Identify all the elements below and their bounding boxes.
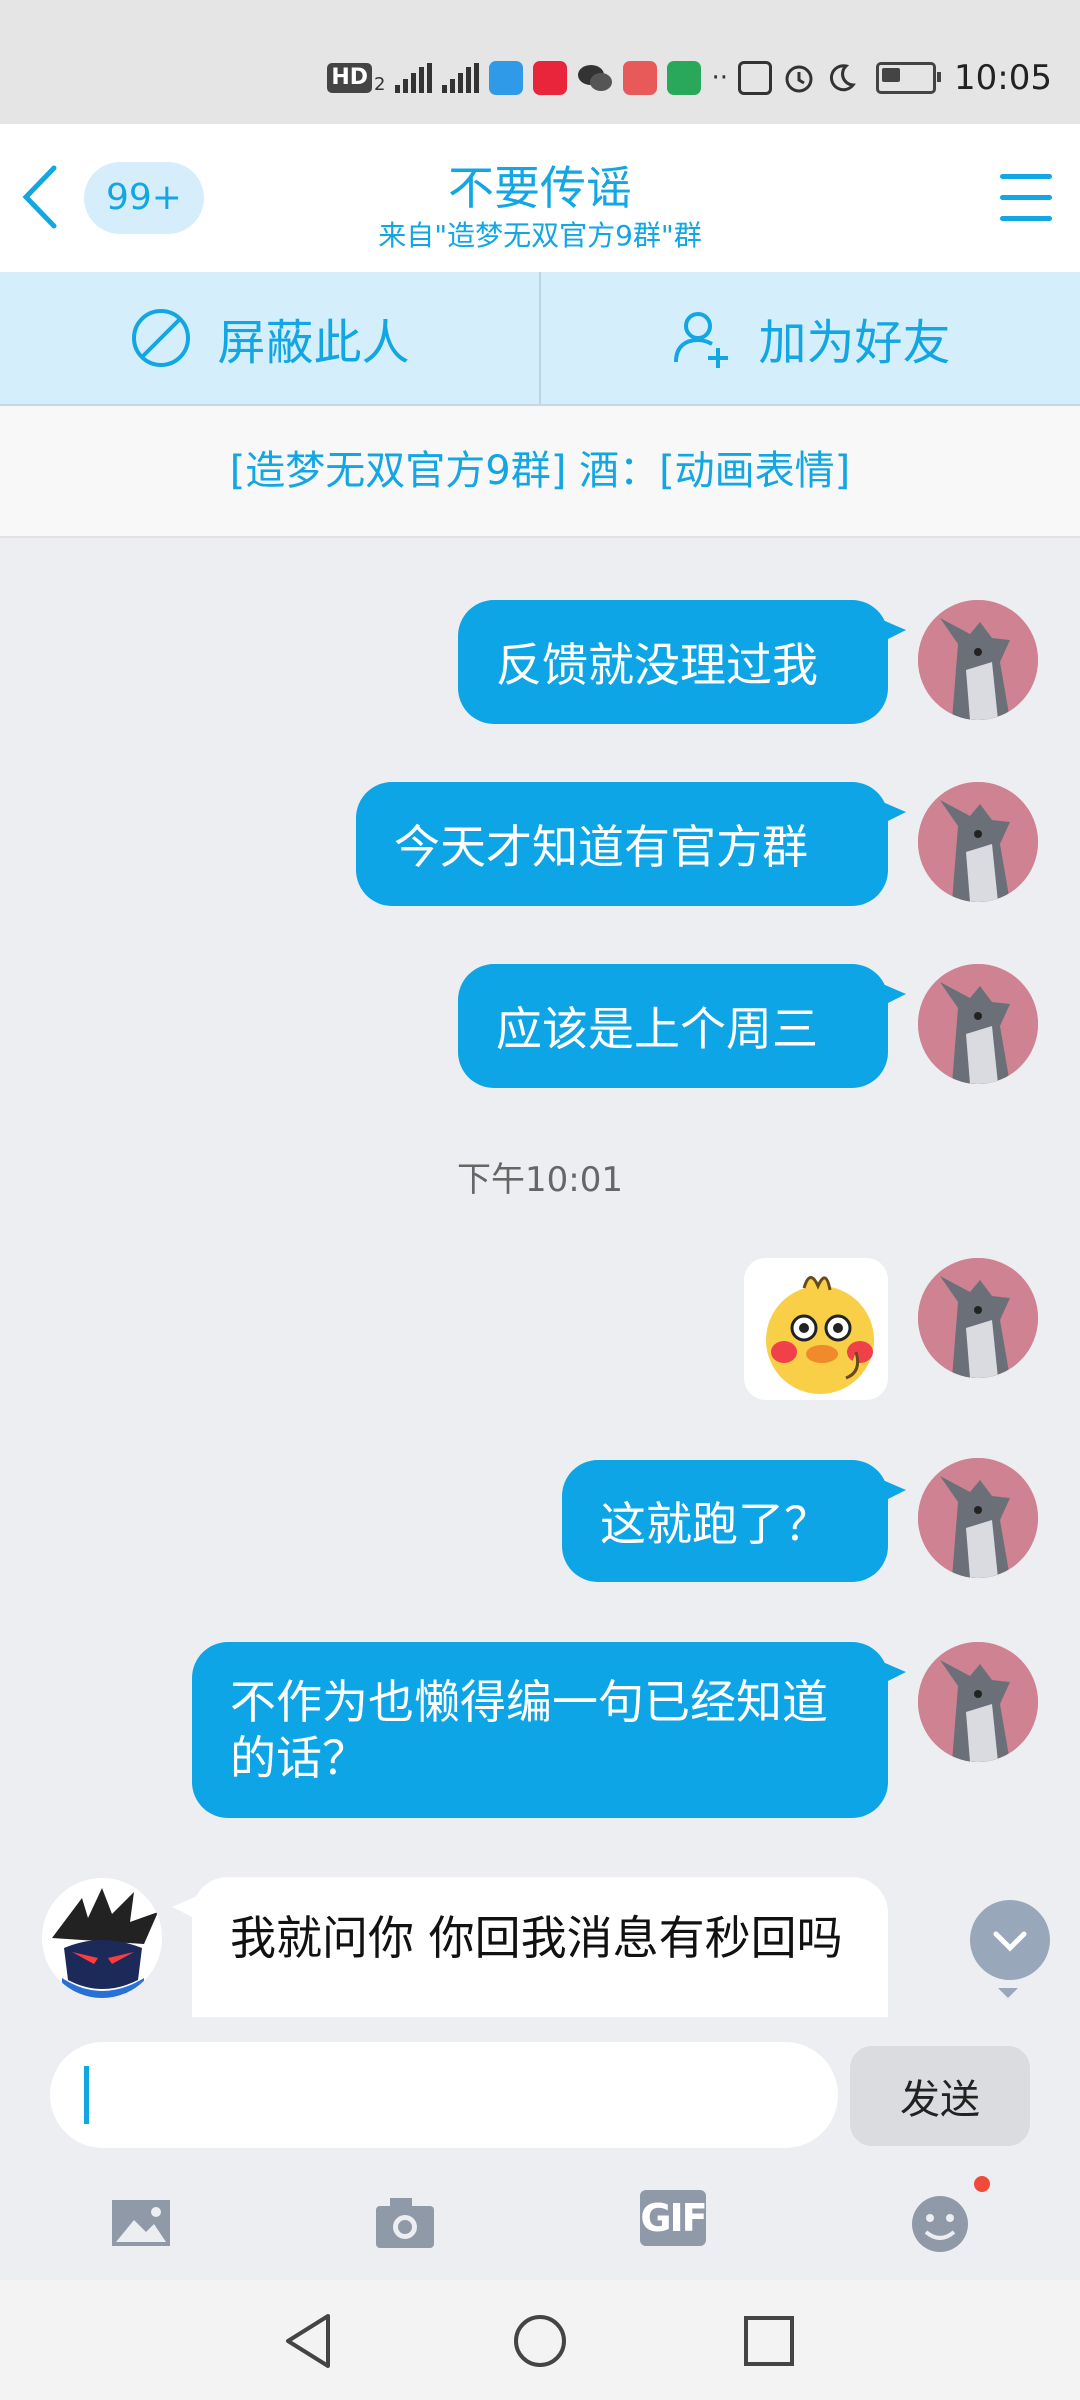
back-triangle-icon[interactable]: [274, 2306, 344, 2376]
message-text: 应该是上个周三: [496, 1002, 818, 1056]
scroll-to-bottom-button[interactable]: [970, 1900, 1050, 1998]
gif-icon[interactable]: GIF: [640, 2190, 708, 2246]
camera-icon[interactable]: [370, 2190, 442, 2256]
message-bubble[interactable]: 今天才知道有官方群: [356, 782, 906, 906]
wechat-icon: [577, 61, 613, 95]
sim-indicator: 2: [374, 73, 386, 95]
chevron-down-icon: [993, 1931, 1027, 1952]
incoming-message-bubble[interactable]: 我就问你 你回我消息有秒回吗: [172, 1877, 888, 2017]
message-bubble[interactable]: 反馈就没理过我: [458, 600, 906, 724]
avatar[interactable]: [918, 782, 1038, 902]
signal-icon-2: [442, 61, 480, 95]
page-subtitle: 来自"造梦无双官方9群"群: [378, 219, 702, 252]
recents-square-icon[interactable]: [734, 2306, 804, 2376]
chat-header: 99+ 不要传谣 来自"造梦无双官方9群"群: [0, 124, 1080, 272]
image-icon[interactable]: [106, 2190, 178, 2256]
send-button[interactable]: 发送: [850, 2046, 1030, 2146]
message-text: 今天才知道有官方群: [394, 820, 808, 874]
group-notice[interactable]: [造梦无双官方9群] 酒：[动画表情]: [0, 406, 1080, 538]
system-nav-bar: [0, 2280, 1080, 2400]
message-text: 反馈就没理过我: [496, 638, 818, 692]
action-bar: 屏蔽此人 加为好友: [0, 272, 1080, 406]
block-user-button[interactable]: 屏蔽此人: [0, 272, 541, 404]
message-bubble[interactable]: 不作为也懒得编一句已经知道的话？: [192, 1642, 906, 1818]
ninja-avatar-icon: [42, 1878, 162, 1998]
message-timestamp: 下午10:01: [457, 1160, 623, 1200]
avatar[interactable]: [918, 1258, 1038, 1378]
sticker-message[interactable]: [744, 1258, 888, 1400]
add-user-icon: [674, 312, 729, 368]
message-text: 这就跑了？: [600, 1497, 830, 1551]
more-dots-icon: ··: [711, 63, 729, 93]
notification-dot: [974, 2176, 990, 2192]
status-bar: HD 2 ·· 10:05: [0, 0, 1080, 124]
alarm-icon: [782, 61, 816, 95]
emoji-icon[interactable]: [904, 2190, 976, 2256]
message-text: 我就问你 你回我消息有秒回吗: [230, 1911, 843, 1965]
message-bubble[interactable]: 这就跑了？: [562, 1460, 906, 1582]
hamburger-menu-icon[interactable]: [1000, 174, 1052, 222]
add-friend-button[interactable]: 加为好友: [541, 272, 1080, 404]
composer: 发送: [0, 2018, 1080, 2280]
message-bubble[interactable]: 应该是上个周三: [458, 964, 906, 1088]
chick-sticker-icon: [744, 1258, 888, 1400]
browser-app-icon: [489, 61, 524, 95]
reader-app-icon: [623, 61, 658, 95]
avatar[interactable]: [42, 1878, 162, 1998]
page-title: 不要传谣: [448, 161, 632, 215]
home-circle-icon[interactable]: [505, 2306, 575, 2376]
battery-icon: [876, 61, 942, 95]
message-text: 不作为也懒得编一句已经知道的话？: [230, 1675, 828, 1785]
moon-icon: [826, 61, 856, 95]
avatar[interactable]: [918, 1458, 1038, 1578]
cat-avatar-icon: [918, 964, 1038, 1084]
cat-avatar-icon: [918, 1458, 1038, 1578]
status-time: 10:05: [954, 58, 1052, 98]
shopping-app-icon: [533, 61, 568, 95]
avatar[interactable]: [918, 1642, 1038, 1762]
block-icon: [132, 309, 191, 367]
add-friend-label: 加为好友: [758, 315, 951, 371]
hd-indicator: HD: [327, 63, 373, 93]
message-input[interactable]: [50, 2042, 838, 2148]
nfc-icon: [738, 61, 773, 95]
cat-avatar-icon: [918, 1258, 1038, 1378]
cat-avatar-icon: [918, 600, 1038, 720]
status-icons: HD 2 ·· 10:05: [327, 56, 1052, 100]
text-cursor: [84, 2066, 89, 2124]
avatar[interactable]: [918, 964, 1038, 1084]
block-user-label: 屏蔽此人: [217, 315, 410, 371]
signal-icon-1: [395, 61, 433, 95]
bank-app-icon: [667, 61, 702, 95]
cat-avatar-icon: [918, 1642, 1038, 1762]
cat-avatar-icon: [918, 782, 1038, 902]
avatar[interactable]: [918, 600, 1038, 720]
